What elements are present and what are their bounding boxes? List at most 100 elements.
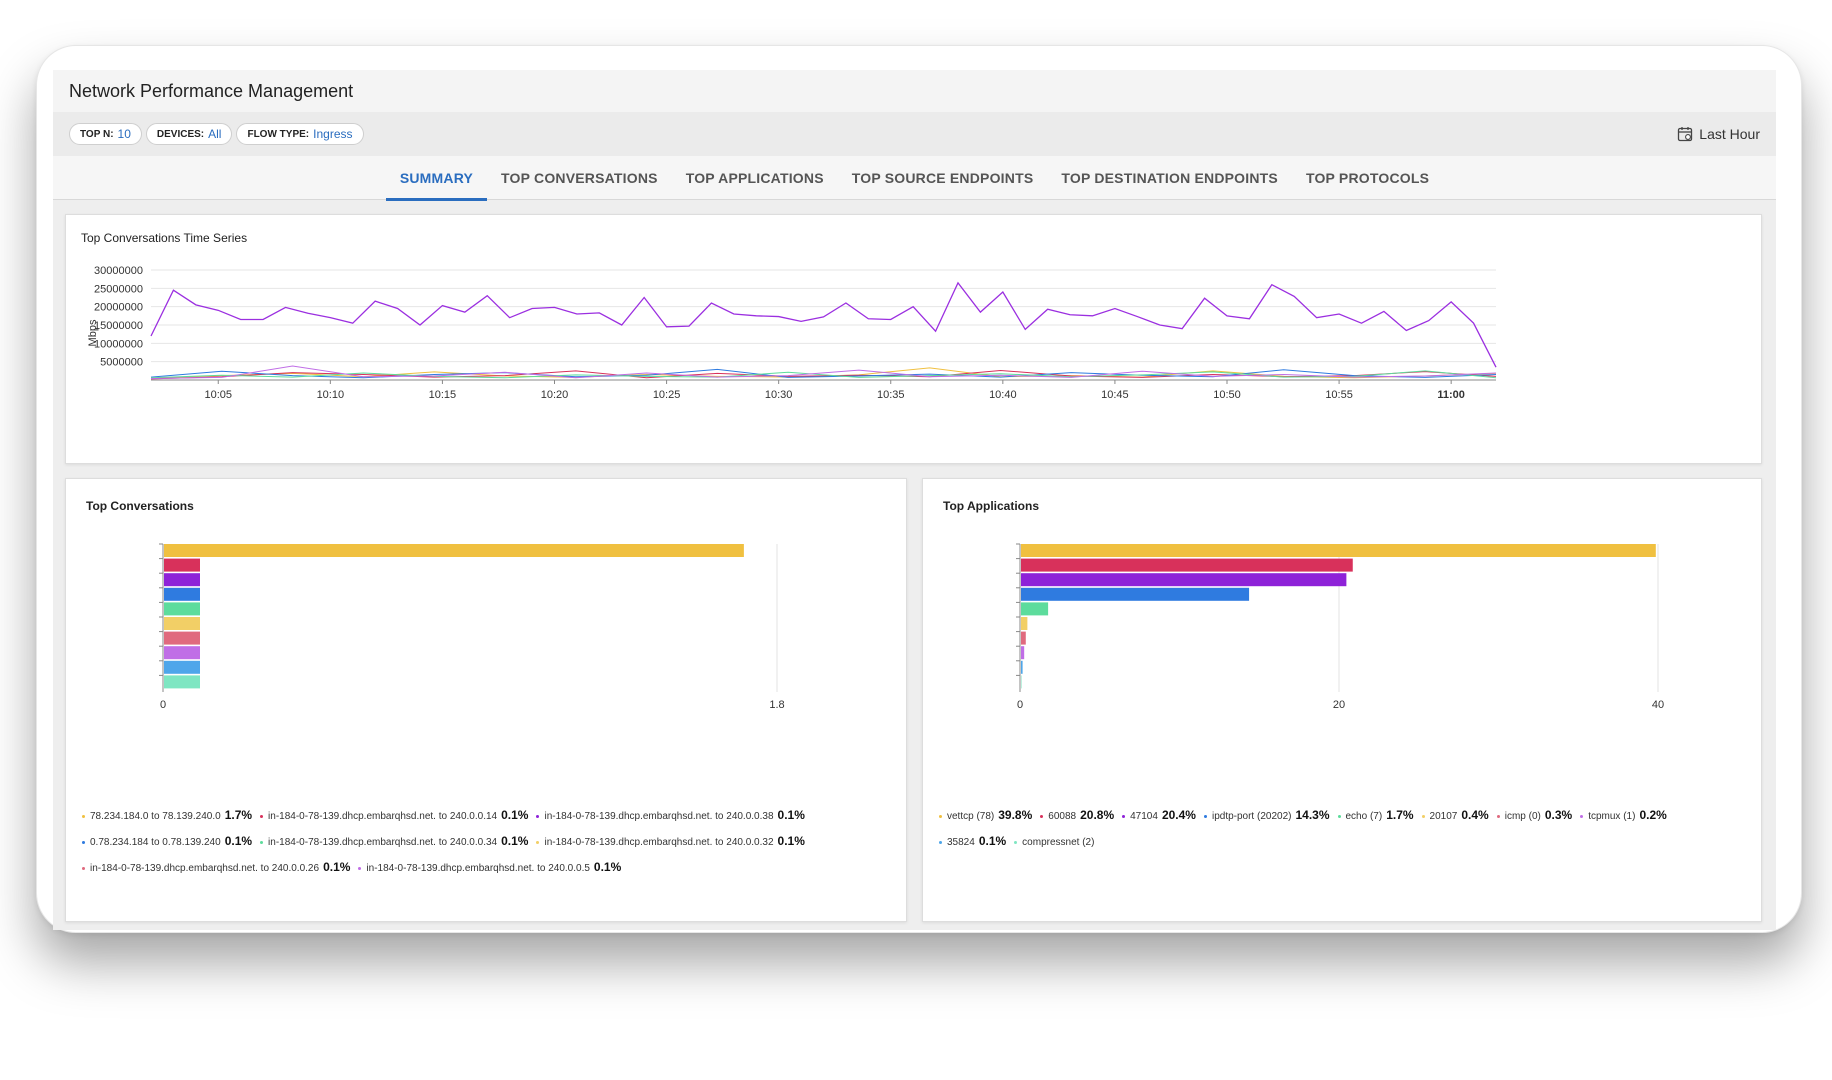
x-tick-label: 10:35 <box>877 389 905 401</box>
legend-percent: 0.3% <box>1544 808 1573 822</box>
legend-dot-icon <box>1580 814 1584 818</box>
legend-percent: 0.1% <box>323 860 351 874</box>
y-tick-label: 25000000 <box>94 283 143 295</box>
title-bar: Network Performance Management <box>53 70 1776 112</box>
legend-item[interactable]: ipdtp-port (20202) 14.3% <box>1203 803 1330 829</box>
x-tick-label: 10:45 <box>1101 389 1129 401</box>
legend-dot-icon <box>939 840 942 844</box>
legend-label: 47104 <box>1130 811 1158 822</box>
legend-label: icmp (0) <box>1504 811 1541 822</box>
tab-top-source-endpoints[interactable]: TOP SOURCE ENDPOINTS <box>838 156 1048 200</box>
legend-percent: 0.1% <box>224 834 253 848</box>
legend-dot-icon <box>358 866 362 870</box>
calendar-icon <box>1678 127 1693 142</box>
y-tick-label: 30000000 <box>94 265 143 277</box>
legend-percent: 0.1% <box>978 834 1007 848</box>
y-tick-label: 20000000 <box>94 302 143 314</box>
bar <box>1021 558 1353 572</box>
top-conversations-card: Top Conversations 0 1.8 78.234.184.0 to 7… <box>65 478 907 922</box>
x-tick-label: 40 <box>1652 699 1664 711</box>
filter-chip-devices[interactable]: DEVICES: All <box>145 123 233 145</box>
legend-dot-icon <box>1122 814 1126 818</box>
x-tick-label: 10:55 <box>1325 389 1353 401</box>
legend-dot-icon <box>1203 814 1207 818</box>
legend-item[interactable]: compressnet (2) <box>1014 830 1094 855</box>
top-conversations-chart: 0 1.8 <box>159 543 785 711</box>
legend-item[interactable]: in-184-0-78-139.dhcp.embarqhsd.net. to 2… <box>536 829 805 855</box>
bar <box>164 544 744 557</box>
legend-label: vettcp (78) <box>947 811 995 822</box>
filter-key: FLOW TYPE: <box>247 128 310 140</box>
legend-percent: 14.3% <box>1295 808 1330 822</box>
bar <box>164 573 200 587</box>
legend-dot-icon <box>82 814 85 818</box>
legend-dot-icon <box>536 814 540 818</box>
legend-dot-icon <box>82 866 85 870</box>
legend-label: echo (7) <box>1345 811 1383 822</box>
legend-item[interactable]: in-184-0-78-139.dhcp.embarqhsd.net. to 2… <box>260 829 528 855</box>
bar <box>1021 573 1347 587</box>
filter-bar: TOP N: 10 DEVICES: All FLOW TYPE: Ingres… <box>53 112 1776 156</box>
legend-item[interactable]: in-184-0-78-139.dhcp.embarqhsd.net. to 2… <box>358 855 621 881</box>
tab-top-applications[interactable]: TOP APPLICATIONS <box>672 156 838 200</box>
time-range-label: Last Hour <box>1699 126 1760 142</box>
top-applications-legend: vettcp (78) 39.8% 60088 20.8% 47104 20.4% ipdt… <box>939 803 1749 855</box>
legend-item[interactable]: in-184-0-78-139.dhcp.embarqhsd.net. to 2… <box>260 803 528 829</box>
legend-dot-icon <box>1040 814 1044 818</box>
filter-chip-top-n[interactable]: TOP N: 10 <box>69 123 142 145</box>
legend-label: compressnet (2) <box>1022 837 1095 848</box>
time-range-picker[interactable]: Last Hour <box>1677 112 1760 156</box>
legend-item[interactable]: vettcp (78) 39.8% <box>939 803 1032 829</box>
page-title: Network Performance Management <box>69 80 354 101</box>
legend-dot-icon <box>1421 814 1425 818</box>
legend-item[interactable]: in-184-0-78-139.dhcp.embarqhsd.net. to 2… <box>82 855 350 881</box>
x-tick-label: 1.8 <box>769 699 784 711</box>
top-conversations-title: Top Conversations <box>86 499 194 513</box>
legend-label: in-184-0-78-139.dhcp.embarqhsd.net. to 2… <box>544 837 774 848</box>
bar <box>164 646 200 660</box>
legend-dot-icon <box>1496 814 1500 818</box>
legend-item[interactable]: icmp (0) 0.3% <box>1496 803 1573 829</box>
legend-dot-icon <box>260 814 264 818</box>
y-tick-label: 15000000 <box>94 320 143 332</box>
bar <box>1021 587 1250 601</box>
x-tick-label: 11:00 <box>1437 389 1465 401</box>
legend-item[interactable]: 0.78.234.184 to 0.78.139.240 0.1% <box>82 829 252 855</box>
legend-percent: 0.1% <box>501 834 529 848</box>
legend-item[interactable]: 20107 0.4% <box>1421 803 1489 829</box>
tab-summary[interactable]: SUMMARY <box>385 156 488 201</box>
bar <box>164 660 200 674</box>
filter-key: DEVICES: <box>156 128 205 140</box>
legend-label: ipdtp-port (20202) <box>1211 811 1292 822</box>
legend-label: 20107 <box>1429 811 1458 822</box>
legend-label: in-184-0-78-139.dhcp.embarqhsd.net. to 2… <box>366 863 590 874</box>
filter-chip-flow-type[interactable]: FLOW TYPE: Ingress <box>236 123 364 145</box>
legend-item[interactable]: 60088 20.8% <box>1040 803 1114 829</box>
bar <box>164 631 200 645</box>
legend-item[interactable]: 47104 20.4% <box>1122 803 1196 829</box>
time-series-chart: 30000000 25000000 20000000 15000000 10000000… <box>87 265 1497 401</box>
legend-item[interactable]: tcpmux (1) 0.2% <box>1580 803 1667 829</box>
legend-dot-icon <box>1337 814 1341 818</box>
legend-label: in-184-0-78-139.dhcp.embarqhsd.net. to 2… <box>268 837 498 848</box>
tab-top-destination-endpoints[interactable]: TOP DESTINATION ENDPOINTS <box>1047 156 1292 200</box>
top-applications-card: Top Applications 0 20 40 vettcp (78) 39.8% 6… <box>922 478 1762 922</box>
legend-item[interactable]: 35824 0.1% <box>939 829 1006 855</box>
tab-top-protocols[interactable]: TOP PROTOCOLS <box>1292 156 1443 200</box>
legend-percent: 0.1% <box>501 808 529 822</box>
legend-percent: 20.8% <box>1080 808 1115 822</box>
legend-item[interactable]: in-184-0-78-139.dhcp.embarqhsd.net. to 2… <box>536 803 805 829</box>
legend-item[interactable]: echo (7) 1.7% <box>1337 803 1414 829</box>
legend-label: 78.234.184.0 to 78.139.240.0 <box>90 811 221 822</box>
legend-percent: 0.1% <box>593 860 622 874</box>
x-tick-label: 0 <box>160 699 166 711</box>
legend-item[interactable]: 78.234.184.0 to 78.139.240.0 1.7% <box>82 803 252 829</box>
legend-label: 60088 <box>1048 811 1077 822</box>
x-tick-label: 10:15 <box>429 389 457 401</box>
legend-label: 35824 <box>947 837 975 848</box>
legend-percent: 0.1% <box>777 834 805 848</box>
legend-dot-icon <box>1014 840 1018 844</box>
filter-value: 10 <box>117 127 131 141</box>
x-tick-label: 20 <box>1333 699 1345 711</box>
tab-top-conversations[interactable]: TOP CONVERSATIONS <box>487 156 672 200</box>
